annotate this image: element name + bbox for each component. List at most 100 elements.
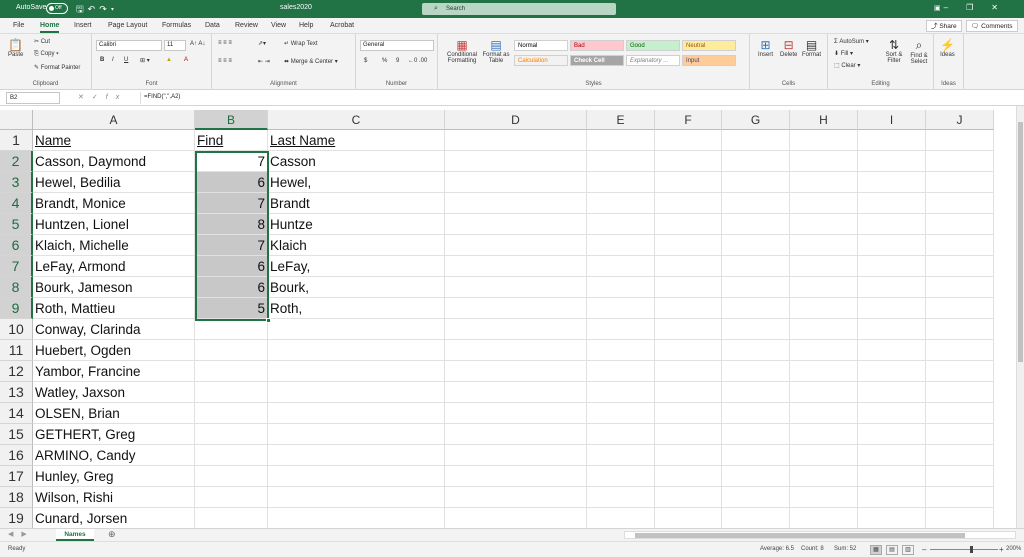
row-header[interactable]: 11	[0, 340, 33, 361]
cell-e12[interactable]	[587, 361, 655, 382]
cell-g4[interactable]	[722, 193, 790, 214]
cell-d15[interactable]	[445, 424, 587, 445]
underline-button[interactable]: U	[124, 57, 128, 63]
cell-j9[interactable]	[926, 298, 994, 319]
style-explanatory[interactable]: Explanatory ...	[626, 55, 680, 66]
cell-b18[interactable]	[195, 487, 268, 508]
cell-f4[interactable]	[655, 193, 722, 214]
cell-e3[interactable]	[587, 172, 655, 193]
cancel-icon[interactable]: ✕	[78, 94, 92, 101]
row-header[interactable]: 12	[0, 361, 33, 382]
cell-j3[interactable]	[926, 172, 994, 193]
cell-h12[interactable]	[790, 361, 858, 382]
decimal-icon[interactable]: ←0 .00	[408, 58, 427, 64]
cell-i7[interactable]	[858, 256, 926, 277]
cell-e2[interactable]	[587, 151, 655, 172]
cell-j16[interactable]	[926, 445, 994, 466]
cell-i19[interactable]	[858, 508, 926, 528]
cell-a6[interactable]: Klaich, Michelle	[33, 235, 195, 256]
tab-help[interactable]: Help	[299, 22, 313, 29]
row-header[interactable]: 6	[0, 235, 33, 256]
cell-c3[interactable]: Hewel,	[268, 172, 445, 193]
fill-color-icon[interactable]: ▲	[166, 57, 172, 63]
cell-c11[interactable]	[268, 340, 445, 361]
undo-icon[interactable]: ↶	[88, 4, 100, 14]
add-sheet-icon[interactable]: ⊕	[108, 529, 116, 540]
cell-g15[interactable]	[722, 424, 790, 445]
cell-e5[interactable]	[587, 214, 655, 235]
cell-j12[interactable]	[926, 361, 994, 382]
cell-j5[interactable]	[926, 214, 994, 235]
cell-j8[interactable]	[926, 277, 994, 298]
cell-c12[interactable]	[268, 361, 445, 382]
cell-g18[interactable]	[722, 487, 790, 508]
cell-f2[interactable]	[655, 151, 722, 172]
cell-h11[interactable]	[790, 340, 858, 361]
cell-a3[interactable]: Hewel, Bedilia	[33, 172, 195, 193]
cell-a19[interactable]: Cunard, Jorsen	[33, 508, 195, 528]
column-header-g[interactable]: G	[722, 110, 790, 130]
row-header[interactable]: 14	[0, 403, 33, 424]
cell-d12[interactable]	[445, 361, 587, 382]
vertical-scrollbar[interactable]	[1016, 106, 1024, 528]
font-name-dropdown[interactable]: Calibri	[96, 40, 162, 51]
cell-a11[interactable]: Huebert, Ogden	[33, 340, 195, 361]
cell-j4[interactable]	[926, 193, 994, 214]
save-icon[interactable]: 🖫	[76, 4, 88, 14]
cell-c15[interactable]	[268, 424, 445, 445]
cell-i10[interactable]	[858, 319, 926, 340]
column-header-f[interactable]: F	[655, 110, 722, 130]
cell-d14[interactable]	[445, 403, 587, 424]
find-select-button[interactable]: ⌕ Find & Select	[906, 38, 932, 65]
align-left-icon[interactable]: ≡ ≡ ≡	[218, 58, 232, 64]
cell-b10[interactable]	[195, 319, 268, 340]
sheet-tab-names[interactable]: Names	[56, 529, 94, 541]
row-header[interactable]: 16	[0, 445, 33, 466]
cell-f15[interactable]	[655, 424, 722, 445]
cell-h15[interactable]	[790, 424, 858, 445]
orientation-icon[interactable]: ⇗▾	[258, 40, 266, 47]
column-header-c[interactable]: C	[268, 110, 445, 130]
borders-icon[interactable]: ⊞ ▾	[140, 57, 150, 64]
cell-f14[interactable]	[655, 403, 722, 424]
cell-e17[interactable]	[587, 466, 655, 487]
cell-f1[interactable]	[655, 130, 722, 151]
cell-c9[interactable]: Roth,	[268, 298, 445, 319]
name-box[interactable]: B2	[6, 92, 60, 104]
tab-file[interactable]: File	[13, 22, 24, 29]
cell-c19[interactable]	[268, 508, 445, 528]
cell-c17[interactable]	[268, 466, 445, 487]
cell-g19[interactable]	[722, 508, 790, 528]
style-normal[interactable]: Normal	[514, 40, 568, 51]
currency-button[interactable]: $	[364, 58, 367, 64]
cell-j2[interactable]	[926, 151, 994, 172]
cell-f19[interactable]	[655, 508, 722, 528]
cell-d11[interactable]	[445, 340, 587, 361]
cell-d1[interactable]	[445, 130, 587, 151]
cell-g8[interactable]	[722, 277, 790, 298]
row-header[interactable]: 13	[0, 382, 33, 403]
cell-h8[interactable]	[790, 277, 858, 298]
cell-d9[interactable]	[445, 298, 587, 319]
cell-d7[interactable]	[445, 256, 587, 277]
cell-i1[interactable]	[858, 130, 926, 151]
conditional-formatting-button[interactable]: ▦ Conditional Formatting	[442, 38, 482, 64]
cell-e6[interactable]	[587, 235, 655, 256]
cell-a18[interactable]: Wilson, Rishi	[33, 487, 195, 508]
cell-h9[interactable]	[790, 298, 858, 319]
cell-i3[interactable]	[858, 172, 926, 193]
horizontal-scroll-thumb[interactable]	[635, 533, 965, 538]
cell-d17[interactable]	[445, 466, 587, 487]
row-header[interactable]: 4	[0, 193, 33, 214]
tab-acrobat[interactable]: Acrobat	[330, 22, 354, 29]
sort-filter-button[interactable]: ⇅ Sort & Filter	[882, 38, 906, 64]
prev-sheet-icon[interactable]: ◀	[8, 531, 21, 538]
cell-e13[interactable]	[587, 382, 655, 403]
cell-b15[interactable]	[195, 424, 268, 445]
tab-formulas[interactable]: Formulas	[162, 22, 191, 29]
cell-i2[interactable]	[858, 151, 926, 172]
cell-g13[interactable]	[722, 382, 790, 403]
cell-j13[interactable]	[926, 382, 994, 403]
comma-button[interactable]: 9	[396, 58, 399, 64]
font-size-dropdown[interactable]: 11	[164, 40, 186, 51]
